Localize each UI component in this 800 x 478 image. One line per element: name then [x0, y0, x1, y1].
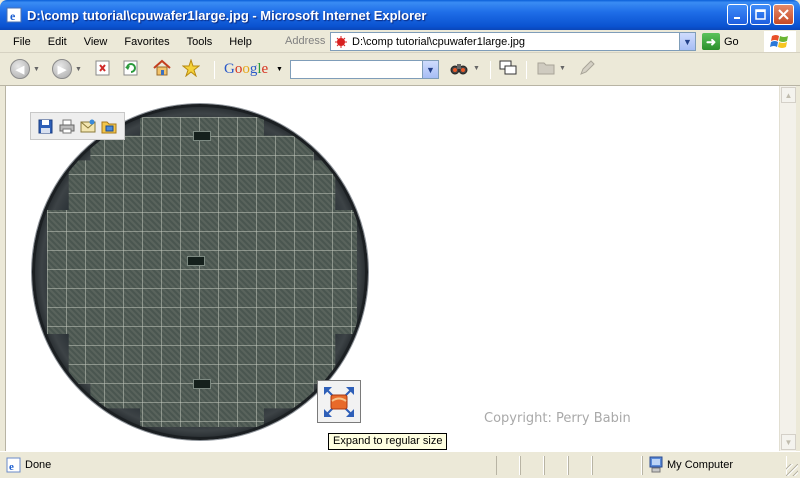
chevron-down-icon: ▼: [473, 64, 480, 72]
resize-grip[interactable]: [786, 464, 798, 476]
toolbar-separator: [526, 61, 527, 79]
save-image-button[interactable]: [37, 117, 55, 135]
wafer-test-die: [193, 131, 211, 141]
scroll-down-button[interactable]: ▼: [781, 434, 796, 450]
status-text: Done: [25, 459, 52, 471]
go-button[interactable]: ➜ Go: [702, 33, 739, 50]
forward-button[interactable]: ▶ ▼: [52, 59, 82, 79]
print-image-button[interactable]: [58, 117, 76, 135]
address-dropdown-button[interactable]: ▼: [679, 33, 695, 50]
title-bar[interactable]: e D:\comp tutorial\cpuwafer1large.jpg - …: [0, 0, 800, 30]
standard-toolbar: ◀ ▼ ▶ ▼ Google ▼ ▼ ▼ ▼: [0, 53, 800, 86]
copyright-text: Copyright: Perry Babin: [484, 411, 631, 426]
menu-file[interactable]: File: [4, 36, 39, 48]
scroll-up-button[interactable]: ▲: [781, 87, 796, 103]
security-zone-label: My Computer: [667, 458, 734, 471]
my-computer-icon: [649, 456, 663, 473]
email-image-button[interactable]: [79, 117, 97, 135]
maximize-icon: [755, 9, 766, 20]
window-frame-right: [796, 86, 800, 451]
menu-address-row: File Edit View Favorites Tools Help Addr…: [0, 30, 800, 53]
google-toolbar-logo[interactable]: Google: [224, 61, 268, 78]
maximize-button[interactable]: [750, 4, 771, 25]
highlight-button[interactable]: [578, 59, 596, 77]
menu-bar: File Edit View Favorites Tools Help: [4, 30, 260, 53]
menu-favorites[interactable]: Favorites: [115, 36, 177, 48]
status-pane: [544, 456, 568, 475]
go-arrow-icon: ➜: [702, 33, 720, 50]
favorites-button[interactable]: [182, 59, 200, 77]
status-pane: [592, 456, 642, 475]
address-label: Address: [285, 35, 326, 47]
page-done-icon: e: [6, 457, 21, 473]
status-pane: [568, 456, 592, 475]
folder-button[interactable]: ▼: [536, 59, 566, 77]
ie-icon: e: [6, 7, 22, 23]
menu-edit[interactable]: Edit: [39, 36, 75, 48]
toolbar-separator: [214, 61, 215, 79]
stop-icon: [95, 60, 110, 76]
window-title: D:\comp tutorial\cpuwafer1large.jpg - Mi…: [27, 7, 427, 23]
floppy-disk-icon: [38, 119, 53, 133]
chevron-down-icon: ▼: [559, 64, 566, 72]
open-my-pictures-button[interactable]: [100, 117, 118, 135]
back-arrow-icon: ◀: [10, 59, 30, 79]
go-label: Go: [724, 35, 739, 48]
toolbar-separator: [490, 61, 491, 79]
pencil-icon: [580, 60, 595, 75]
folder-icon: [537, 62, 555, 75]
window-controls: [727, 4, 794, 25]
envelope-icon: [80, 119, 96, 133]
printer-icon: [59, 119, 75, 133]
forward-arrow-icon: ▶: [52, 59, 72, 79]
expand-tooltip: Expand to regular size: [328, 433, 448, 450]
svg-text:e: e: [10, 9, 16, 23]
menu-tools[interactable]: Tools: [178, 36, 221, 48]
windows-stack-icon: [499, 60, 517, 75]
wafer-test-die: [193, 379, 211, 389]
chevron-down-icon: ▼: [33, 65, 40, 73]
home-icon: [153, 59, 171, 76]
image-file-icon: [335, 35, 347, 48]
svg-text:e: e: [9, 461, 14, 473]
windows-logo: [764, 31, 796, 52]
image-toolbar: [30, 112, 125, 140]
expand-to-regular-size-button[interactable]: [317, 380, 361, 423]
my-pictures-folder-icon: [101, 121, 117, 133]
google-menu-chevron-icon[interactable]: ▼: [276, 66, 283, 73]
google-search-button[interactable]: ▼: [450, 59, 480, 77]
windows-flag-icon: [770, 34, 788, 48]
address-input[interactable]: D:\comp tutorial\cpuwafer1large.jpg ▼: [330, 32, 696, 51]
refresh-button[interactable]: [122, 59, 140, 77]
wafer-test-die: [187, 256, 205, 266]
vertical-scrollbar[interactable]: ▲ ▼: [779, 86, 796, 451]
page-rank-button[interactable]: [498, 59, 518, 77]
status-pane: [520, 456, 544, 475]
status-pane: [496, 456, 520, 475]
stop-button[interactable]: [94, 59, 112, 77]
page-content: Expand to regular size Copyright: Perry …: [5, 86, 779, 451]
security-zone[interactable]: My Computer: [648, 456, 733, 473]
chevron-down-icon: ▼: [75, 65, 82, 73]
menu-help[interactable]: Help: [220, 36, 260, 48]
google-search-input[interactable]: ▼: [290, 60, 439, 79]
minimize-icon: [733, 16, 740, 19]
refresh-icon: [123, 60, 138, 76]
close-button[interactable]: [773, 4, 794, 25]
address-value: D:\comp tutorial\cpuwafer1large.jpg: [352, 35, 526, 48]
google-search-dropdown-button[interactable]: ▼: [422, 61, 438, 78]
star-icon: [182, 59, 200, 77]
binoculars-icon: [450, 64, 468, 75]
menu-view[interactable]: View: [75, 36, 116, 48]
close-icon: [778, 9, 789, 20]
minimize-button[interactable]: [727, 4, 748, 25]
status-bar: e Done My Computer: [0, 451, 800, 478]
back-button[interactable]: ◀ ▼: [10, 59, 40, 79]
expand-image-icon: [324, 386, 354, 417]
home-button[interactable]: [152, 59, 172, 77]
